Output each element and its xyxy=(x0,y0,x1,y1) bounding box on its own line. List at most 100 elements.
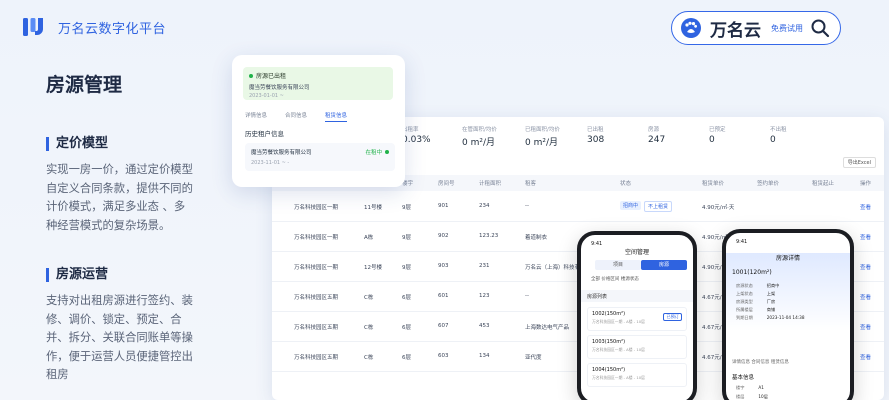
item-room: 1004(150m²) xyxy=(592,367,626,373)
list-item[interactable]: 1004(150m²) 万名科技园区一期 - A楼 - 10层 xyxy=(587,363,687,387)
th-area: 计租面积 xyxy=(479,181,502,187)
detail-row: 到期日期 2023-11-04 14:38 xyxy=(736,315,805,321)
history-card[interactable]: 魔当劳餐饮服务有限公司 在租中 2023-11-01 ~ - xyxy=(245,143,395,171)
cell-room: 601 xyxy=(438,293,449,299)
status-badge-secondary: 不上租赁 xyxy=(644,201,673,212)
cell-tenant: 上海数达电气产品 xyxy=(525,325,570,331)
th-status: 状态 xyxy=(620,181,632,187)
stat-value: 0 m²/月 xyxy=(525,138,558,148)
rented-status-box: 房源已出租 魔当劳餐饮服务有限公司 2023-01-01 ~ xyxy=(243,67,393,100)
section-title-pricing: 定价模型 xyxy=(46,137,196,151)
detail-key: 所属楼层 xyxy=(736,307,753,312)
detail-tabs: 详情信息 合同信息 租赁信息 xyxy=(245,111,395,123)
cell-tenant: 着道制衣 xyxy=(525,235,548,241)
th-rent-price: 租赁单价 xyxy=(702,181,725,187)
history-status: 在租中 xyxy=(365,148,389,156)
status-dot-icon xyxy=(385,150,389,154)
stat-rented: 已出租 308 xyxy=(587,125,647,145)
view-link[interactable]: 查看 xyxy=(860,293,871,301)
th-action: 操作 xyxy=(860,181,872,187)
detail-value: 上架 xyxy=(766,291,776,296)
rented-status-row: 房源已出租 xyxy=(249,71,387,80)
cell-floor: 9层 xyxy=(402,235,411,241)
detail-value: 10层 xyxy=(758,394,768,399)
cell-room: 902 xyxy=(438,233,449,239)
tab-details[interactable]: 详情信息 xyxy=(245,111,267,119)
status-badge: 招商中 xyxy=(620,201,642,210)
detail-value: 商铺 xyxy=(766,307,776,312)
stat-listings: 房源 247 xyxy=(648,125,708,145)
top-bar: 万名云数字化平台 万名云 免费试用 xyxy=(0,0,889,55)
view-link[interactable]: 查看 xyxy=(860,263,871,271)
phone-space-management: 9:41 空间管理 项目 房源 全部 价格区间 楼源状态 房源列表 1002(1… xyxy=(577,231,697,400)
view-link[interactable]: 查看 xyxy=(860,353,871,361)
item-sub: 万名科技园区一期 - A楼 - 10层 xyxy=(592,375,645,380)
listing-detail-card: 房源已出租 魔当劳餐饮服务有限公司 2023-01-01 ~ 详情信息 合同信息… xyxy=(232,55,405,187)
search-pill[interactable]: 万名云 免费试用 xyxy=(671,11,841,45)
page-title: 房源管理 xyxy=(46,74,123,96)
detail-row: 房源状态 招商中 xyxy=(736,283,779,289)
cell-room: 607 xyxy=(438,323,449,329)
cell-project: 万名科技园区一期 xyxy=(294,235,339,241)
item-sub: 万名科技园区一期 - A楼 - 10层 xyxy=(592,347,645,352)
feature-intro: 房源管理 定价模型 实现一房一价，通过定价模型自定义合同条款，提供不同的计价模式… xyxy=(46,70,196,400)
cell-project: 万名科技园区五期 xyxy=(294,295,339,301)
cell-room: 903 xyxy=(438,263,449,269)
tab-lease[interactable]: 租赁信息 xyxy=(325,111,348,122)
cell-tenant: 万名云（上海）科技有 xyxy=(525,265,581,271)
search-icon[interactable] xyxy=(810,18,830,38)
list-item[interactable]: 1003(150m²) 万名科技园区一期 - A楼 - 10层 xyxy=(587,335,687,359)
cell-area: 123 xyxy=(479,293,490,299)
view-link[interactable]: 查看 xyxy=(860,323,871,331)
detail-row: 所属楼层 商铺 xyxy=(736,307,775,313)
pill-name: 万名云 xyxy=(710,20,761,41)
detail-value: A1 xyxy=(758,385,764,390)
stat-managed-area: 在管面积/均价 0 m²/月 xyxy=(462,125,522,148)
item-room: 1003(150m²) xyxy=(592,339,626,345)
cell-area: 234 xyxy=(479,203,490,209)
detail-key: 楼宇 xyxy=(736,385,745,390)
cell-room: 603 xyxy=(438,353,449,359)
detail-row: 楼层 10层 xyxy=(736,394,768,400)
segment-listings[interactable]: 房源 xyxy=(641,260,687,270)
filter-bar[interactable]: 全部 价格区间 楼源状态 xyxy=(591,276,691,282)
cell-project: 万名科技园区五期 xyxy=(294,355,339,361)
th-period: 租赁起止 xyxy=(812,181,835,187)
stat-occupancy: 出租率 0.03% xyxy=(402,125,462,145)
stat-not-rentable: 不出租 0 xyxy=(770,125,830,145)
table-row[interactable]: 万名科技园区一期 11号楼 9层 901 234 -- 招商中 不上租赁 4.9… xyxy=(272,192,884,222)
view-link[interactable]: 查看 xyxy=(860,233,871,241)
detail-tabs[interactable]: 详情信息 合同信息 租赁信息 xyxy=(732,359,850,365)
baidu-paw-icon xyxy=(681,18,701,38)
stat-value: 308 xyxy=(587,135,605,145)
free-trial-link[interactable]: 免费试用 xyxy=(771,23,803,34)
detail-key: 房源状态 xyxy=(736,283,753,288)
export-button[interactable]: 导出Excel xyxy=(842,157,876,168)
stat-label: 已租面积/均价 xyxy=(525,127,560,133)
cell-building: 12号楼 xyxy=(364,265,382,271)
phone-title: 房源详情 xyxy=(775,255,800,262)
history-status-text: 在租中 xyxy=(365,150,382,156)
phone-title: 空间管理 xyxy=(624,249,649,256)
detail-value: 招商中 xyxy=(766,283,780,288)
list-item[interactable]: 1002(150m²) 万名科技园区一期 - A楼 - 10层 已预订 xyxy=(587,307,687,331)
cell-building: C栋 xyxy=(364,295,374,301)
history-date: 2023-11-01 ~ - xyxy=(251,160,290,166)
cell-area: 231 xyxy=(479,263,490,269)
segment-project[interactable]: 项目 xyxy=(595,260,641,270)
stat-label: 不出租 xyxy=(770,127,787,133)
cell-floor: 9层 xyxy=(402,265,411,271)
th-room: 房间号 xyxy=(438,181,455,187)
view-link[interactable]: 查看 xyxy=(860,203,871,211)
tab-contract[interactable]: 合同信息 xyxy=(285,111,307,119)
cell-area: 453 xyxy=(479,323,490,329)
stat-label: 房源 xyxy=(648,127,660,133)
stat-label: 已出租 xyxy=(587,127,604,133)
detail-value: 2023-11-04 14:38 xyxy=(766,315,805,320)
list-header: 房源列表 xyxy=(581,290,693,302)
th-sign-price: 签约单价 xyxy=(757,181,780,187)
detail-key: 到期日期 xyxy=(736,315,753,320)
status-dot-icon xyxy=(249,73,253,78)
stat-value: 0 xyxy=(709,135,715,145)
detail-row: 房源类型 厂房 xyxy=(736,299,775,305)
